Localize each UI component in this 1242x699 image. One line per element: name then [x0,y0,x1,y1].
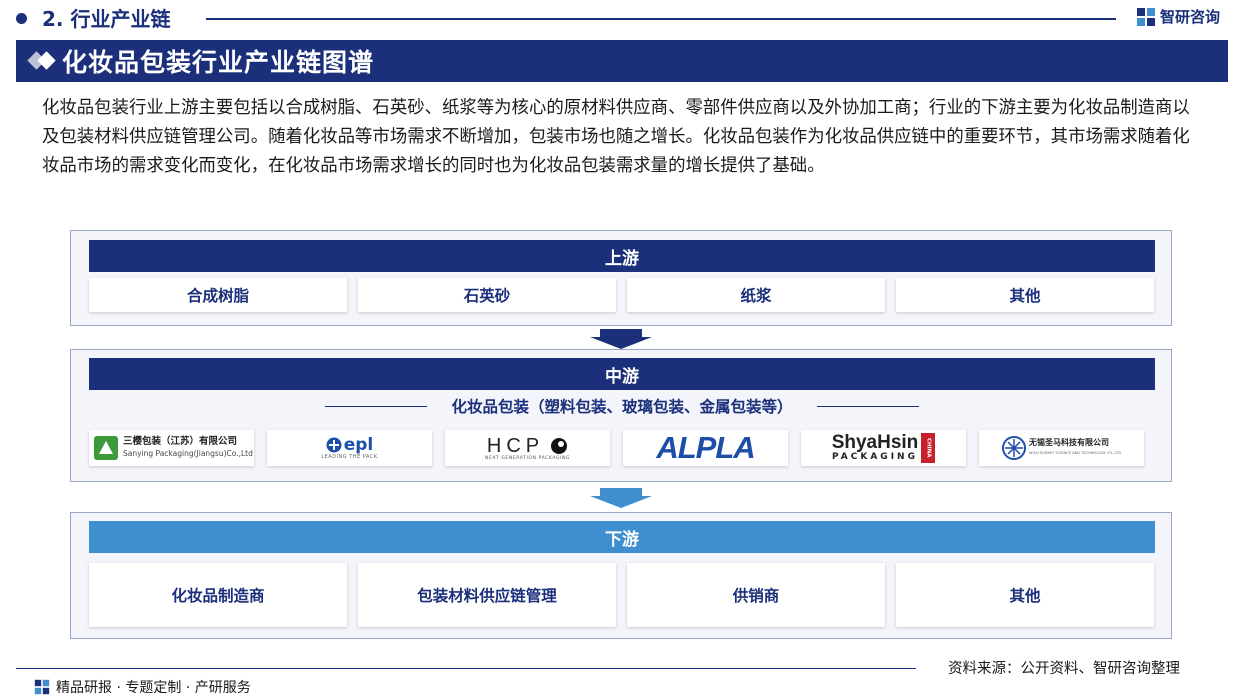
midstream-title: 中游 [89,358,1155,390]
upstream-boxes: 合成树脂 石英砂 纸浆 其他 [89,278,1154,312]
sanying-cn-name: 三樱包装（江苏）有限公司 [123,436,238,447]
footer-brand-icon [34,679,50,695]
upstream-title: 上游 [89,240,1155,272]
upstream-item: 石英砂 [358,278,616,312]
down-arrow-icon [590,329,652,349]
midstream-section: 中游 化妆品包装（塑料包装、玻璃包装、金属包装等） 三樱包装（江苏）有限公司 S… [70,349,1172,482]
footer-services: 精品研报 · 专题定制 · 产研服务 [34,677,251,697]
hcp-wordmark: HCP [486,434,545,457]
upstream-item: 纸浆 [627,278,885,312]
epl-mark-icon [326,437,342,453]
sanying-mark-icon [94,436,118,460]
downstream-section: 下游 化妆品制造商 包装材料供应链管理 供销商 其他 [70,512,1172,639]
downstream-item: 包装材料供应链管理 [358,563,616,627]
downstream-item: 化妆品制造商 [89,563,347,627]
logo-hcp: HCP NEXT GENERATION PACKAGING [445,430,610,466]
logo-epl: epl LEADING THE PACK [267,430,432,466]
midstream-subtitle: 化妆品包装（塑料包装、玻璃包装、金属包装等） [451,398,793,416]
alpla-wordmark: ALPLA [656,430,755,465]
diamond-icon [26,40,62,82]
downstream-item: 供销商 [627,563,885,627]
title-bar: 化妆品包装行业产业链图谱 [16,40,1228,82]
brand-mark-icon [1137,7,1155,26]
logo-shengma: 无锡圣马科技有限公司 WUXI SUMMIT SCIENCE AND TECHN… [979,430,1144,466]
company-logos: 三樱包装（江苏）有限公司 Sanying Packaging(Jiangsu)C… [89,430,1144,466]
page-title: 化妆品包装行业产业链图谱 [62,48,375,77]
brand-name: 智研咨询 [1160,8,1221,26]
footer-source: 资料来源：公开资料、智研咨询整理 [948,661,1180,677]
downstream-title: 下游 [89,521,1155,553]
upstream-section: 上游 合成树脂 石英砂 纸浆 其他 [70,230,1172,326]
section-divider [206,18,1116,20]
footer-services-text: 精品研报 · 专题定制 · 产研服务 [56,680,251,696]
shyahsin-sub: PACKAGING [832,452,918,462]
footer-divider [16,668,916,669]
shengma-en-name: WUXI SUMMIT SCIENCE AND TECHNOLOGY CO.,L… [1029,451,1121,455]
shengma-cn-name: 无锡圣马科技有限公司 [1029,438,1110,447]
logo-alpla: ALPLA [623,430,788,466]
epl-tagline: LEADING THE PACK [321,454,378,460]
downstream-item: 其他 [896,563,1154,627]
logo-sanying: 三樱包装（江苏）有限公司 Sanying Packaging(Jiangsu)C… [89,430,254,466]
epl-wordmark: epl [343,435,374,455]
down-arrow-icon [590,488,652,508]
brand-logo: 智研咨询 [1136,6,1220,27]
upstream-item: 合成树脂 [89,278,347,312]
sanying-en-name: Sanying Packaging(Jiangsu)Co.,Ltd [123,449,253,458]
shyahsin-wordmark: ShyaHsin [831,432,919,453]
logo-shyahsin: ShyaHsin PACKAGING CHINA [801,430,966,466]
hcp-mark-icon [551,437,568,454]
midstream-subtitle-row: 化妆品包装（塑料包装、玻璃包装、金属包装等） [89,394,1155,418]
subtitle-line-right [816,405,919,407]
section-title: 2. 行业产业链 [42,7,171,31]
downstream-boxes: 化妆品制造商 包装材料供应链管理 供销商 其他 [89,563,1154,627]
shengma-mark-icon [1002,436,1027,460]
hcp-tagline: NEXT GENERATION PACKAGING [484,455,571,461]
upstream-item: 其他 [896,278,1154,312]
intro-paragraph: 化妆品包装行业上游主要包括以合成树脂、石英砂、纸浆等为核心的原材料供应商、零部件… [42,98,1190,176]
subtitle-line-left [325,405,428,407]
shyahsin-side-tag: CHINA [921,433,936,463]
section-bullet-icon [16,13,27,24]
